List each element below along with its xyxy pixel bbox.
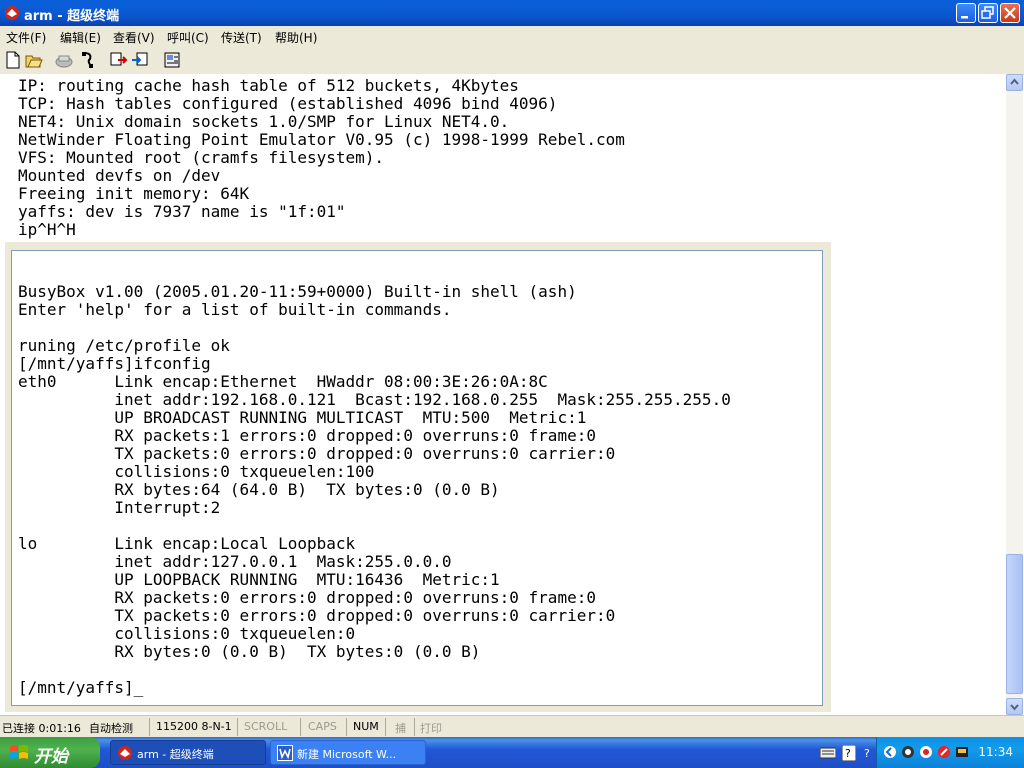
window-title: arm - 超级终端 xyxy=(24,9,120,24)
taskbar-item-word[interactable]: 新建 Microsoft W... xyxy=(270,740,426,765)
restore-button[interactable] xyxy=(978,3,998,23)
toolbar xyxy=(0,46,1024,75)
terminal-shell-output: BusyBox v1.00 (2005.01.20-11:59+0000) Bu… xyxy=(18,282,731,697)
start-button[interactable]: 开始 xyxy=(0,737,100,768)
menu-transfer[interactable]: 传送(T) xyxy=(221,29,262,46)
status-scroll: SCROLL xyxy=(244,720,288,733)
svg-text:?: ? xyxy=(864,747,870,760)
status-caps: CAPS xyxy=(308,720,337,733)
keyboard-icon[interactable] xyxy=(820,746,836,760)
taskbar-item-label: 新建 Microsoft W... xyxy=(297,748,397,761)
status-divider xyxy=(385,718,386,736)
info-icon[interactable]: ? xyxy=(863,745,873,761)
clock: 11:34 xyxy=(978,745,1013,759)
terminal-screen[interactable]: BusyBox v1.00 (2005.01.20-11:59+0000) Bu… xyxy=(11,250,823,706)
menu-edit[interactable]: 编辑(E) xyxy=(60,29,101,46)
hyperterminal-icon xyxy=(5,6,19,20)
status-divider xyxy=(300,718,301,736)
svg-text:?: ? xyxy=(845,747,851,760)
close-button[interactable] xyxy=(1000,3,1020,23)
menu-bar: 文件(F) 编辑(E) 查看(V) 呼叫(C) 传送(T) 帮助(H) xyxy=(0,26,1024,46)
status-detect: 自动检测 xyxy=(89,722,133,735)
scroll-thumb[interactable] xyxy=(1006,554,1023,694)
status-divider xyxy=(237,718,238,736)
status-bar: 已连接 0:01:16 自动检测 115200 8-N-1 SCROLL CAP… xyxy=(0,715,1024,738)
status-port: 115200 8-N-1 xyxy=(156,720,232,733)
arrow-up-icon xyxy=(1010,78,1019,85)
menu-view[interactable]: 查看(V) xyxy=(113,29,155,46)
system-tray: 11:34 xyxy=(876,737,1024,768)
scroll-down-button[interactable] xyxy=(1006,698,1023,715)
status-capture: 捕 xyxy=(395,722,406,735)
terminal-area[interactable]: IP: routing cache hash table of 512 buck… xyxy=(0,74,1006,715)
minimize-button[interactable] xyxy=(956,3,976,23)
taskbar-item-label: arm - 超级终端 xyxy=(137,748,214,761)
title-bar[interactable]: arm - 超级终端 xyxy=(0,0,1024,26)
app-icon[interactable] xyxy=(901,745,915,759)
windows-logo-icon xyxy=(10,745,28,759)
status-num: NUM xyxy=(353,720,379,733)
status-divider xyxy=(149,718,150,736)
scroll-up-button[interactable] xyxy=(1006,74,1023,91)
hangup-icon[interactable] xyxy=(78,50,98,70)
taskbar: 开始 arm - 超级终端 新建 Microsoft W... ? ? 11:3… xyxy=(0,737,1024,768)
app-icon[interactable] xyxy=(919,745,933,759)
close-icon xyxy=(1004,7,1016,19)
minimize-icon xyxy=(961,16,968,19)
new-icon[interactable] xyxy=(3,50,23,70)
status-divider xyxy=(346,718,347,736)
menu-call[interactable]: 呼叫(C) xyxy=(167,29,209,46)
send-icon[interactable] xyxy=(108,50,128,70)
arrow-down-icon xyxy=(1010,704,1019,711)
back-icon[interactable] xyxy=(883,745,897,759)
status-connection: 已连接 0:01:16 xyxy=(2,722,81,735)
disconnect-icon[interactable] xyxy=(54,50,74,70)
menu-file[interactable]: 文件(F) xyxy=(6,29,46,46)
status-print: 打印 xyxy=(420,722,442,735)
receive-icon[interactable] xyxy=(130,50,150,70)
open-icon[interactable] xyxy=(24,50,44,70)
properties-icon[interactable] xyxy=(162,50,182,70)
help-icon[interactable]: ? xyxy=(842,745,856,761)
terminal-inner-panel: BusyBox v1.00 (2005.01.20-11:59+0000) Bu… xyxy=(5,242,831,712)
restore-icon xyxy=(981,6,994,19)
hyperterminal-icon xyxy=(118,746,132,760)
terminal-boot-log: IP: routing cache hash table of 512 buck… xyxy=(18,76,625,239)
menu-help[interactable]: 帮助(H) xyxy=(275,29,317,46)
taskbar-item-hyperterminal[interactable]: arm - 超级终端 xyxy=(110,740,266,765)
status-divider xyxy=(414,718,415,736)
vertical-scrollbar[interactable] xyxy=(1006,74,1023,715)
word-icon xyxy=(277,745,293,761)
app-icon[interactable] xyxy=(937,745,951,759)
app-icon[interactable] xyxy=(955,745,969,759)
start-label: 开始 xyxy=(34,747,68,767)
